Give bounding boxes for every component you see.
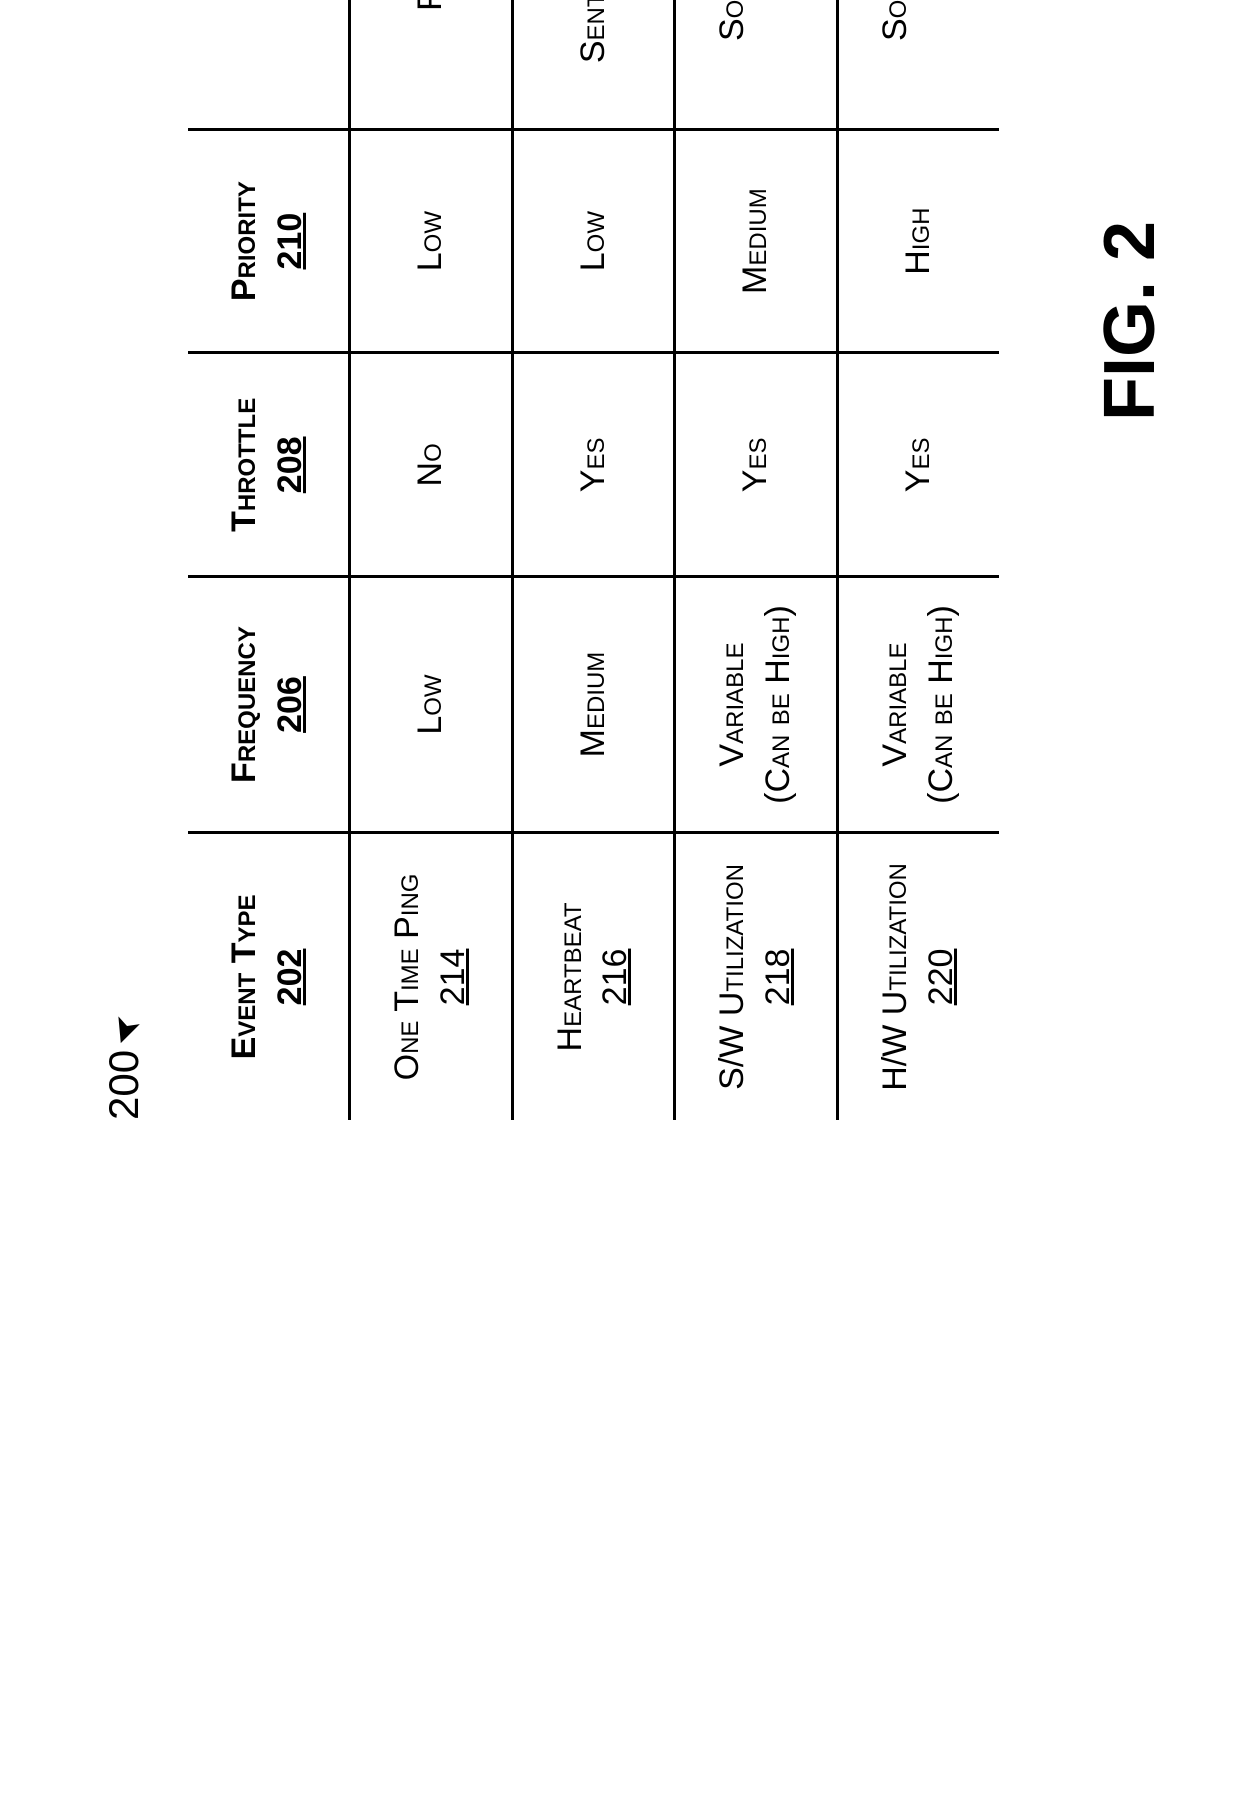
- cell-description: Software application's use of software r…: [675, 0, 838, 129]
- table-header-row: Event Type 202 Frequency 206 Throttle 20…: [188, 0, 349, 1120]
- cell-frequency: Medium: [512, 577, 675, 833]
- cell-event-type: H/W Utilization 220: [838, 832, 999, 1120]
- col-header-description: Description 212: [188, 0, 349, 129]
- figure-reference: 200➤: [100, 0, 148, 1120]
- frequency-value: Variable: [713, 643, 751, 767]
- col-header-throttle: Throttle 208: [188, 353, 349, 577]
- col-header-num: 208: [268, 372, 314, 557]
- cell-event-type: One Time Ping 214: [349, 832, 512, 1120]
- cell-frequency: Variable (Can be High): [838, 577, 999, 833]
- col-header-label: Frequency: [222, 596, 268, 813]
- table-row: H/W Utilization 220 Variable (Can be Hig…: [838, 0, 999, 1120]
- cell-description: Sent at a predetermined interval: [512, 0, 675, 129]
- table-row: Heartbeat 216 Medium Yes Low Sent at a p…: [512, 0, 675, 1120]
- table-row: One Time Ping 214 Low No Low First time …: [349, 0, 512, 1120]
- col-header-label: Priority: [222, 149, 268, 334]
- event-type-label: H/W Utilization: [873, 852, 919, 1102]
- frequency-sub: (Can be High): [919, 596, 965, 813]
- cell-description: Software application's use of hadrware r…: [838, 0, 999, 129]
- col-header-label: Event Type: [222, 852, 268, 1102]
- col-header-num: 206: [268, 596, 314, 813]
- event-type-label: Heartbeat: [548, 852, 594, 1102]
- event-type-label: S/W Utilization: [710, 852, 756, 1102]
- table-row: S/W Utilization 218 Variable (Can be Hig…: [675, 0, 838, 1120]
- cell-description: First time live in the field: [349, 0, 512, 129]
- cell-frequency: Variable (Can be High): [675, 577, 838, 833]
- frequency-value: Low: [411, 674, 449, 734]
- cell-priority: Medium: [675, 129, 838, 353]
- event-type-num: 220: [919, 852, 965, 1102]
- cell-event-type: S/W Utilization 218: [675, 832, 838, 1120]
- cell-throttle: No: [349, 353, 512, 577]
- col-header-frequency: Frequency 206: [188, 577, 349, 833]
- reference-arrow-icon: ➤: [101, 1009, 151, 1052]
- frequency-sub: (Can be High): [756, 596, 802, 813]
- col-header-priority: Priority 210: [188, 129, 349, 353]
- event-type-num: 218: [756, 852, 802, 1102]
- cell-priority: Low: [512, 129, 675, 353]
- cell-priority: High: [838, 129, 999, 353]
- frequency-value: Variable: [876, 643, 914, 767]
- col-header-label: Throttle: [222, 372, 268, 557]
- frequency-value: Medium: [574, 652, 612, 758]
- col-header-num: 212: [268, 0, 314, 110]
- col-header-num: 202: [268, 852, 314, 1102]
- cell-frequency: Low: [349, 577, 512, 833]
- col-header-label: Description: [222, 0, 268, 110]
- cell-priority: Low: [349, 129, 512, 353]
- cell-throttle: Yes: [675, 353, 838, 577]
- col-header-num: 210: [268, 149, 314, 334]
- event-type-table: Event Type 202 Frequency 206 Throttle 20…: [188, 0, 999, 1120]
- event-type-num: 216: [593, 852, 639, 1102]
- cell-throttle: Yes: [512, 353, 675, 577]
- figure-reference-number: 200: [100, 1050, 147, 1120]
- cell-event-type: Heartbeat 216: [512, 832, 675, 1120]
- figure-caption: FIG. 2: [1089, 0, 1171, 1120]
- event-type-num: 214: [431, 852, 477, 1102]
- event-type-label: One Time Ping: [385, 852, 431, 1102]
- col-header-event-type: Event Type 202: [188, 832, 349, 1120]
- cell-throttle: Yes: [838, 353, 999, 577]
